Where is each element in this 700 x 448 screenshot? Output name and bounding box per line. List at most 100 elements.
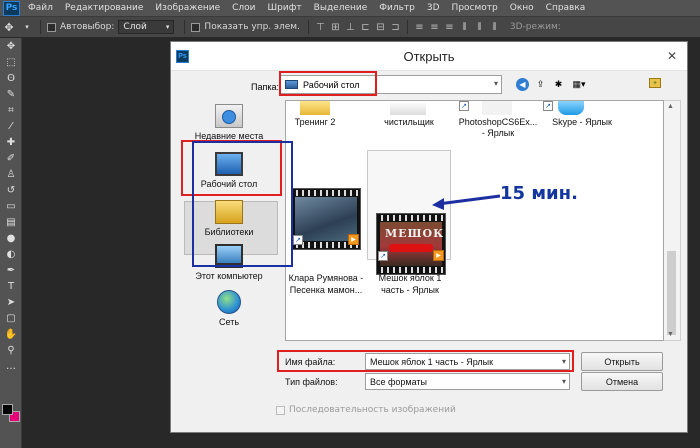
file-item-label[interactable]: PhotoshopCS6Ex... xyxy=(452,117,544,128)
menu-3d[interactable]: 3D xyxy=(421,3,446,13)
shortcut-arrow-icon: ↗ xyxy=(293,235,303,245)
scroll-down-icon[interactable]: ▼ xyxy=(667,331,674,338)
close-icon[interactable]: ✕ xyxy=(663,47,681,65)
file-item-label[interactable]: Мешок яблок 1 xyxy=(368,273,452,284)
file-type-dropdown[interactable]: Все форматы ▾ xyxy=(365,373,570,390)
distribute-left-icon[interactable]: ⦀ xyxy=(457,22,472,33)
dialog-title: Открыть xyxy=(403,49,455,64)
file-type-value: Все форматы xyxy=(370,376,428,387)
brush-tool-icon[interactable]: ✐ xyxy=(0,150,22,166)
image-sequence-label: Последовательность изображений xyxy=(289,405,456,415)
dodge-tool-icon[interactable]: ◐ xyxy=(0,246,22,262)
skype-icon xyxy=(558,101,584,115)
annotation-duration-text: 15 мин. xyxy=(500,183,578,204)
menu-file[interactable]: Файл xyxy=(20,3,59,13)
file-item-label[interactable]: Клара Румянова - xyxy=(286,273,366,284)
bridge-folder-icon[interactable]: + xyxy=(649,78,661,88)
options-bar: ✥ ▾ Автовыбор: Слой ▾ Показать упр. элем… xyxy=(0,17,700,38)
file-type-label: Тип файлов: xyxy=(285,377,338,387)
align-hcenter-icon[interactable]: ⊟ xyxy=(373,22,388,33)
path-selection-tool-icon[interactable]: ➤ xyxy=(0,294,22,310)
align-bottom-icon[interactable]: ⊥ xyxy=(343,22,358,33)
file-list-scrollbar[interactable]: ▲ ▼ xyxy=(664,100,681,341)
image-sequence-option[interactable]: Последовательность изображений xyxy=(276,405,456,415)
eyedropper-tool-icon[interactable]: ⁄ xyxy=(0,118,22,134)
quick-select-tool-icon[interactable]: ✎ xyxy=(0,86,22,102)
file-list[interactable]: Тренинг 2 чистильщик ↗ PhotoshopCS6Ex...… xyxy=(285,100,664,341)
up-folder-icon[interactable]: ⇪ xyxy=(534,78,547,91)
new-folder-icon[interactable]: ✱ xyxy=(552,78,565,91)
auto-select-value: Слой xyxy=(123,22,147,32)
align-vcenter-icon[interactable]: ⊞ xyxy=(328,22,343,33)
place-label: Сеть xyxy=(218,317,240,327)
open-button[interactable]: Открыть xyxy=(581,352,663,371)
pen-tool-icon[interactable]: ✒ xyxy=(0,262,22,278)
back-icon[interactable]: ◀ xyxy=(516,78,529,91)
distribute-top-icon[interactable]: ≡ xyxy=(412,22,427,33)
shape-tool-icon[interactable]: ▢ xyxy=(0,310,22,326)
zoom-tool-icon[interactable]: ⚲ xyxy=(0,342,22,358)
cancel-button[interactable]: Отмена xyxy=(581,372,663,391)
distribute-right-icon[interactable]: ⦀ xyxy=(487,22,502,33)
blur-tool-icon[interactable]: ● xyxy=(0,230,22,246)
menu-filter[interactable]: Фильтр xyxy=(373,3,421,13)
menu-type[interactable]: Шрифт xyxy=(262,3,308,13)
scrollbar-thumb[interactable] xyxy=(667,251,676,335)
distribute-vcenter-icon[interactable]: ≡ xyxy=(427,22,442,33)
file-item-label[interactable]: чистильщик xyxy=(374,117,444,128)
distribute-bottom-icon[interactable]: ≡ xyxy=(442,22,457,33)
place-network[interactable]: Сеть xyxy=(177,290,281,327)
gradient-tool-icon[interactable]: ▤ xyxy=(0,214,22,230)
crop-tool-icon[interactable]: ⌗ xyxy=(0,102,22,118)
type-tool-icon[interactable]: T xyxy=(0,278,22,294)
auto-select-dropdown[interactable]: Слой ▾ xyxy=(118,20,175,34)
eraser-tool-icon[interactable]: ▭ xyxy=(0,198,22,214)
history-brush-tool-icon[interactable]: ↺ xyxy=(0,182,22,198)
dialog-title-bar: Ps Открыть ✕ xyxy=(171,42,687,71)
tool-preset-chevron-icon[interactable]: ▾ xyxy=(18,23,36,31)
recent-places-icon xyxy=(215,104,243,128)
separator xyxy=(40,20,41,34)
file-item-label: - Ярлык xyxy=(481,128,515,138)
scroll-up-icon[interactable]: ▲ xyxy=(667,103,674,110)
move-tool-icon[interactable]: ✥ xyxy=(0,21,18,34)
menu-help[interactable]: Справка xyxy=(540,3,592,13)
chevron-down-icon: ▾ xyxy=(561,377,566,386)
menu-window[interactable]: Окно xyxy=(504,3,540,13)
move-tool-icon[interactable]: ✥ xyxy=(0,38,22,54)
file-item-label[interactable]: Тренинг 2 xyxy=(286,117,344,128)
video-subtitle-banner xyxy=(389,244,433,252)
mode-3d-label: 3D-режим: xyxy=(509,22,561,32)
navigation-buttons: ◀ ⇪ ✱ ▦▾ xyxy=(516,78,588,91)
menu-layers[interactable]: Слои xyxy=(226,3,261,13)
file-thumbnail xyxy=(482,101,512,115)
more-tools-icon[interactable]: … xyxy=(0,358,22,374)
views-menu-icon[interactable]: ▦▾ xyxy=(570,78,588,91)
file-item-label[interactable]: Skype - Ярлык xyxy=(536,117,628,128)
healing-brush-tool-icon[interactable]: ✚ xyxy=(0,134,22,150)
shortcut-arrow-icon: ↗ xyxy=(378,251,388,261)
photoshop-logo-icon: Ps xyxy=(3,0,20,16)
distribute-hcenter-icon[interactable]: ⦀ xyxy=(472,22,487,33)
auto-select-checkbox[interactable] xyxy=(47,22,56,32)
menu-select[interactable]: Выделение xyxy=(308,3,374,13)
align-right-icon[interactable]: ⊐ xyxy=(388,22,403,33)
video-thumbnail[interactable]: МЕШОК xyxy=(376,213,446,275)
menu-edit[interactable]: Редактирование xyxy=(59,3,150,13)
folder-thumbnail xyxy=(300,101,330,115)
clone-stamp-tool-icon[interactable]: ♙ xyxy=(0,166,22,182)
place-recent[interactable]: Недавние места xyxy=(177,104,281,141)
align-left-icon[interactable]: ⊏ xyxy=(358,22,373,33)
image-sequence-checkbox[interactable] xyxy=(276,405,285,415)
menu-image[interactable]: Изображение xyxy=(149,3,226,13)
chevron-down-icon: ▾ xyxy=(493,79,498,88)
network-icon xyxy=(217,290,241,314)
foreground-color-swatch[interactable] xyxy=(2,404,13,415)
hand-tool-icon[interactable]: ✋ xyxy=(0,326,22,342)
marquee-tool-icon[interactable]: ⬚ xyxy=(0,54,22,70)
menu-view[interactable]: Просмотр xyxy=(446,3,504,13)
place-label: Этот компьютер xyxy=(195,271,263,281)
show-transform-checkbox[interactable] xyxy=(191,22,201,32)
lasso-tool-icon[interactable]: ʘ xyxy=(0,70,22,86)
align-top-icon[interactable]: ⊤ xyxy=(313,22,328,33)
